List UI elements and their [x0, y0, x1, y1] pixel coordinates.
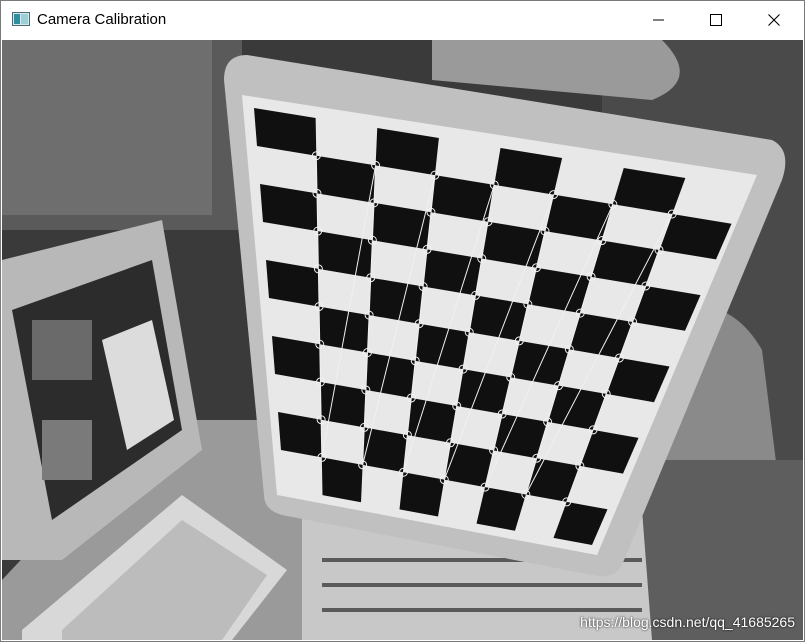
maximize-icon: [710, 14, 722, 26]
checker-square: [399, 472, 445, 517]
title-bar[interactable]: Camera Calibration: [1, 1, 804, 39]
minimize-icon: [653, 19, 664, 21]
checker-square: [278, 412, 322, 458]
corner-link-line: [316, 193, 319, 232]
watermark-text: https://blog.csdn.net/qq_41685265: [580, 614, 795, 630]
maximize-button[interactable]: [693, 1, 739, 39]
corner-link-line: [320, 419, 323, 458]
corner-link-line: [318, 306, 321, 345]
checker-square: [321, 457, 363, 503]
corner-link-line: [319, 381, 322, 420]
minimize-button[interactable]: [636, 1, 682, 39]
app-window: Camera Calibration https://blog.csdn.net…: [0, 0, 805, 642]
corner-link-line: [319, 344, 321, 382]
checker-square: [320, 381, 366, 428]
corner-link-line: [317, 268, 320, 307]
camera-view: https://blog.csdn.net/qq_41685265: [2, 40, 803, 640]
app-icon: [12, 12, 30, 26]
close-icon: [768, 14, 780, 26]
calibration-image: [2, 40, 803, 640]
close-button[interactable]: [751, 1, 797, 39]
checker-square: [362, 427, 408, 473]
corner-link-line: [315, 155, 318, 194]
corner-link-line: [317, 231, 319, 269]
window-title: Camera Calibration: [37, 11, 167, 28]
